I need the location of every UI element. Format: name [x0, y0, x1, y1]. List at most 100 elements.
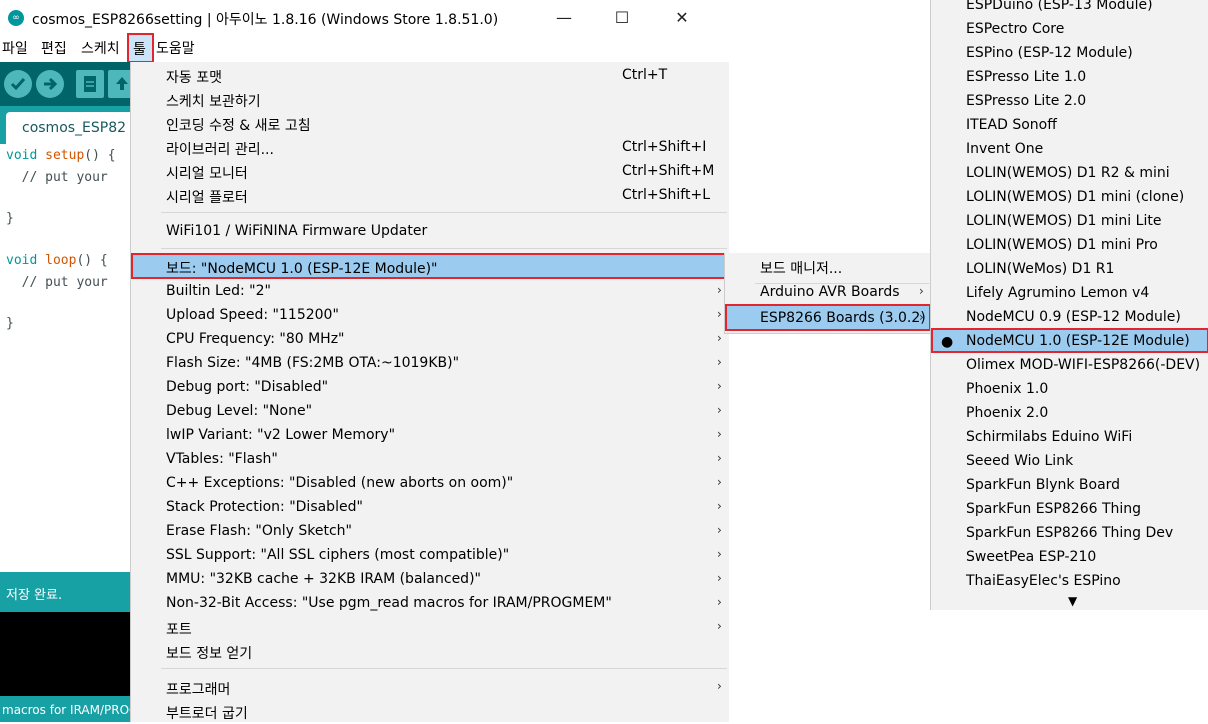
console-line: macros for IRAM/PROGM	[2, 703, 130, 717]
board-option[interactable]: SweetPea ESP-210	[931, 546, 1208, 570]
board-option[interactable]: Phoenix 2.0	[931, 402, 1208, 426]
submenu-item-board-manager[interactable]: 보드 매니저...	[725, 255, 931, 279]
menu-item-burn-bootloader[interactable]: 부트로더 굽기	[131, 700, 729, 724]
chevron-right-icon: ›	[717, 475, 722, 489]
shortcut-label: Ctrl+Shift+L	[622, 187, 710, 203]
menu-item-board[interactable]: 보드: "NodeMCU 1.0 (ESP-12E Module)"	[131, 253, 729, 279]
menu-item-option[interactable]: Upload Speed: "115200" ›	[131, 304, 729, 328]
board-option[interactable]: ESPresso Lite 1.0	[931, 66, 1208, 90]
board-option[interactable]: SparkFun ESP8266 Thing Dev	[931, 522, 1208, 546]
console-footer: macros for IRAM/PROGM	[0, 696, 130, 722]
board-option[interactable]: NodeMCU 0.9 (ESP-12 Module)	[931, 306, 1208, 330]
sketch-tab-label: cosmos_ESP82	[22, 120, 127, 136]
scroll-down-icon[interactable]: ▼	[1068, 594, 1077, 608]
new-sketch-button[interactable]	[76, 70, 104, 98]
board-option[interactable]: Lifely Agrumino Lemon v4	[931, 282, 1208, 306]
chevron-right-icon: ›	[717, 499, 722, 513]
submenu-item-esp8266[interactable]: ESP8266 Boards (3.0.2) ›	[725, 304, 931, 331]
board-submenu: 보드 매니저... Arduino AVR Boards › ESP8266 B…	[724, 253, 932, 334]
code-editor[interactable]: void setup() { // put your } void loop()…	[0, 144, 130, 572]
board-option[interactable]: ESPectro Core	[931, 18, 1208, 42]
menu-item-option[interactable]: Debug Level: "None" ›	[131, 400, 729, 424]
sketch-tab[interactable]: cosmos_ESP82	[6, 112, 146, 144]
upload-button[interactable]	[36, 70, 64, 98]
menu-item-option[interactable]: CPU Frequency: "80 MHz" ›	[131, 328, 729, 352]
menu-item-option[interactable]: C++ Exceptions: "Disabled (new aborts on…	[131, 472, 729, 496]
menu-item-auto-format[interactable]: 자동 포맷 Ctrl+T	[131, 64, 729, 88]
menu-item-option[interactable]: Erase Flash: "Only Sketch" ›	[131, 520, 729, 544]
board-option[interactable]: SparkFun ESP8266 Thing	[931, 498, 1208, 522]
menu-item-port[interactable]: 포트 ›	[131, 616, 729, 640]
upload-arrow-icon	[116, 77, 128, 90]
board-option[interactable]: LOLIN(WeMos) D1 R1	[931, 258, 1208, 282]
minimize-button[interactable]: —	[542, 4, 586, 32]
chevron-right-icon: ›	[919, 310, 924, 324]
sketch-tab-strip: cosmos_ESP82	[0, 106, 146, 144]
menu-item-programmer[interactable]: 프로그래머 ›	[131, 676, 729, 700]
menu-item-option[interactable]: VTables: "Flash" ›	[131, 448, 729, 472]
menu-file[interactable]: 파일	[2, 38, 28, 58]
menu-item-option[interactable]: Builtin Led: "2" ›	[131, 280, 729, 304]
menu-item-option[interactable]: lwIP Variant: "v2 Lower Memory" ›	[131, 424, 729, 448]
board-option[interactable]: LOLIN(WEMOS) D1 R2 & mini	[931, 162, 1208, 186]
board-option[interactable]: ITEAD Sonoff	[931, 114, 1208, 138]
new-file-icon	[84, 76, 96, 92]
menu-separator	[161, 248, 727, 249]
menu-item-option[interactable]: SSL Support: "All SSL ciphers (most comp…	[131, 544, 729, 568]
chevron-right-icon: ›	[717, 355, 722, 369]
chevron-right-icon: ›	[717, 427, 722, 441]
code-line: }	[6, 316, 14, 331]
chevron-right-icon: ›	[717, 679, 722, 693]
board-option[interactable]: LOLIN(WEMOS) D1 mini (clone)	[931, 186, 1208, 210]
arrow-right-icon	[44, 77, 58, 91]
menu-edit[interactable]: 편집	[41, 38, 67, 58]
board-option[interactable]: ESPDuino (ESP-13 Module)	[931, 0, 1208, 18]
menu-tools-label: 툴	[133, 42, 146, 58]
menu-item-option[interactable]: Debug port: "Disabled" ›	[131, 376, 729, 400]
close-button[interactable]: ✕	[660, 4, 704, 32]
board-option[interactable]: SparkFun Blynk Board	[931, 474, 1208, 498]
menu-item-archive-sketch[interactable]: 스케치 보관하기	[131, 88, 729, 112]
board-option[interactable]: Invent One	[931, 138, 1208, 162]
menu-item-serial-monitor[interactable]: 시리얼 모니터 Ctrl+Shift+M	[131, 160, 729, 184]
board-option[interactable]: Seeed Wio Link	[931, 450, 1208, 474]
tools-menu: 자동 포맷 Ctrl+T 스케치 보관하기 인코딩 수정 & 새로 고침 라이브…	[130, 62, 729, 722]
maximize-button[interactable]: ☐	[600, 4, 644, 32]
board-option[interactable]: ESPresso Lite 2.0	[931, 90, 1208, 114]
board-option[interactable]: Phoenix 1.0	[931, 378, 1208, 402]
shortcut-label: Ctrl+T	[622, 67, 668, 83]
menu-help[interactable]: 도움말	[156, 38, 195, 58]
code-line: void setup() {	[6, 148, 116, 163]
chevron-right-icon: ›	[717, 379, 722, 393]
menu-item-option[interactable]: MMU: "32KB cache + 32KB IRAM (balanced)"…	[131, 568, 729, 592]
menu-item-manage-libraries[interactable]: 라이브러리 관리... Ctrl+Shift+I	[131, 136, 729, 160]
menu-item-option[interactable]: Stack Protection: "Disabled" ›	[131, 496, 729, 520]
submenu-item-arduino-avr[interactable]: Arduino AVR Boards ›	[725, 281, 931, 305]
code-line: }	[6, 211, 14, 226]
menu-item-serial-plotter[interactable]: 시리얼 플로터 Ctrl+Shift+L	[131, 184, 729, 208]
board-option[interactable]: LOLIN(WEMOS) D1 mini Lite	[931, 210, 1208, 234]
selected-dot-icon: ●	[941, 334, 954, 350]
menu-tools[interactable]: 툴	[127, 33, 154, 63]
esp8266-board-list: ESPDuino (ESP-13 Module) ESPectro Core E…	[930, 0, 1208, 610]
chevron-right-icon: ›	[717, 523, 722, 537]
arduino-logo-icon: ∞	[8, 10, 24, 26]
board-option[interactable]: Olimex MOD-WIFI-ESP8266(-DEV)	[931, 354, 1208, 378]
verify-button[interactable]	[4, 70, 32, 98]
board-option[interactable]: ESPino (ESP-12 Module)	[931, 42, 1208, 66]
menu-item-wifi-firmware-updater[interactable]: WiFi101 / WiFiNINA Firmware Updater	[131, 220, 729, 244]
board-option[interactable]: ThaiEasyElec's ESPino	[931, 570, 1208, 594]
board-option-selected[interactable]: ● NodeMCU 1.0 (ESP-12E Module)	[931, 328, 1208, 353]
menu-item-fix-encoding[interactable]: 인코딩 수정 & 새로 고침	[131, 112, 729, 136]
menu-item-board-info[interactable]: 보드 정보 얻기	[131, 640, 729, 664]
board-option[interactable]: Schirmilabs Eduino WiFi	[931, 426, 1208, 450]
menu-item-option[interactable]: Flash Size: "4MB (FS:2MB OTA:~1019KB)" ›	[131, 352, 729, 376]
console-output	[0, 612, 130, 696]
board-option[interactable]: LOLIN(WEMOS) D1 mini Pro	[931, 234, 1208, 258]
shortcut-label: Ctrl+Shift+I	[622, 139, 707, 155]
menu-sketch[interactable]: 스케치	[81, 38, 120, 58]
menu-item-option[interactable]: Non-32-Bit Access: "Use pgm_read macros …	[131, 592, 729, 616]
chevron-right-icon: ›	[717, 307, 722, 321]
chevron-right-icon: ›	[717, 619, 722, 633]
menu-separator	[161, 668, 727, 669]
